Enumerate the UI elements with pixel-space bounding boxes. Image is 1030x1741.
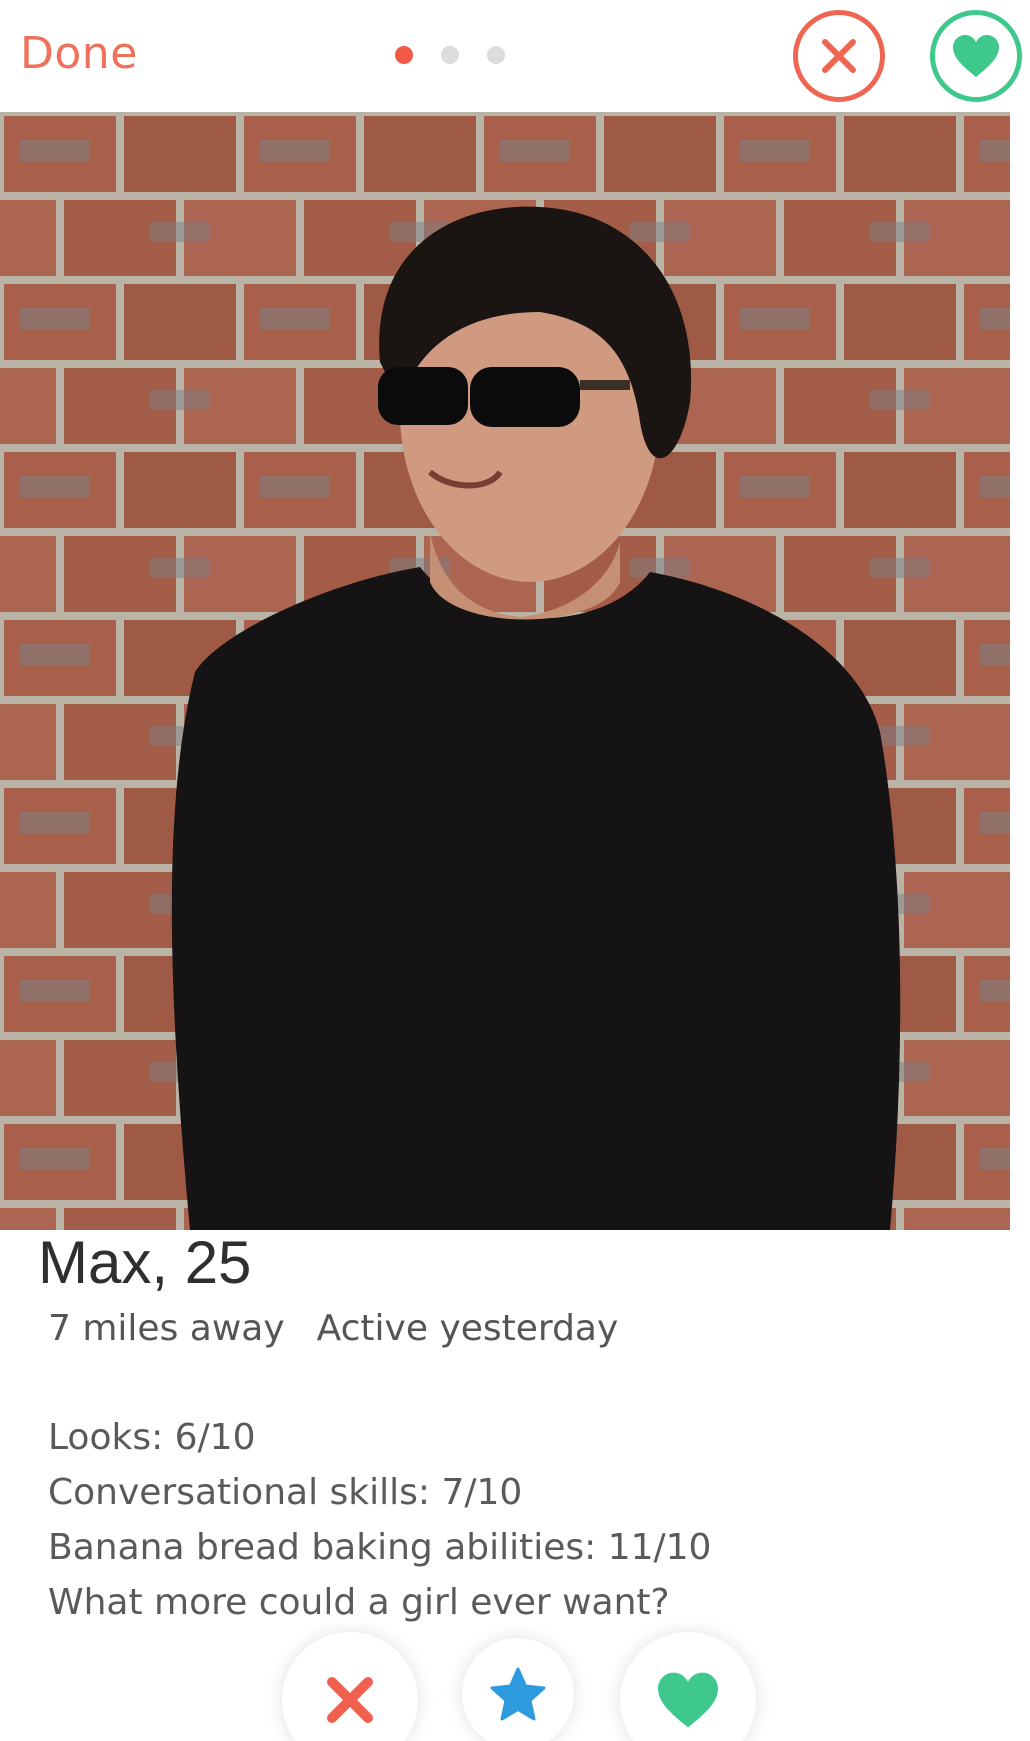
profile-screen: Done Max, 25 7 miles away Active yesterd… [0, 0, 1030, 1741]
photo-page-indicator [395, 46, 505, 64]
done-button[interactable]: Done [20, 28, 138, 79]
like-button[interactable] [620, 1632, 756, 1741]
nope-button[interactable] [282, 1632, 418, 1741]
heart-icon [658, 1672, 718, 1728]
photo-illustration [0, 112, 1010, 1230]
page-dot[interactable] [395, 46, 413, 64]
close-icon [822, 39, 856, 73]
page-dot[interactable] [441, 46, 459, 64]
header-nope-button[interactable] [793, 10, 885, 102]
header-like-button[interactable] [930, 10, 1022, 102]
bio-line: Banana bread baking abilities: 11/10 [48, 1527, 712, 1568]
action-bar [0, 1632, 1030, 1741]
super-like-button[interactable] [462, 1638, 574, 1741]
bio-line: Conversational skills: 7/10 [48, 1472, 523, 1513]
bio-line: What more could a girl ever want? [48, 1582, 670, 1623]
profile-meta: 7 miles away Active yesterday [48, 1308, 618, 1349]
profile-photo[interactable] [0, 112, 1010, 1230]
profile-name-age: Max, 25 [38, 1229, 252, 1296]
bio-line: Looks: 6/10 [48, 1417, 256, 1458]
page-dot[interactable] [487, 46, 505, 64]
distance-label: 7 miles away [48, 1308, 285, 1349]
heart-icon [953, 35, 999, 77]
profile-bio: Looks: 6/10 Conversational skills: 7/10 … [48, 1410, 711, 1630]
x-icon [327, 1677, 373, 1723]
star-icon [490, 1667, 546, 1721]
activity-status: Active yesterday [316, 1308, 619, 1349]
top-bar: Done [0, 0, 1030, 112]
